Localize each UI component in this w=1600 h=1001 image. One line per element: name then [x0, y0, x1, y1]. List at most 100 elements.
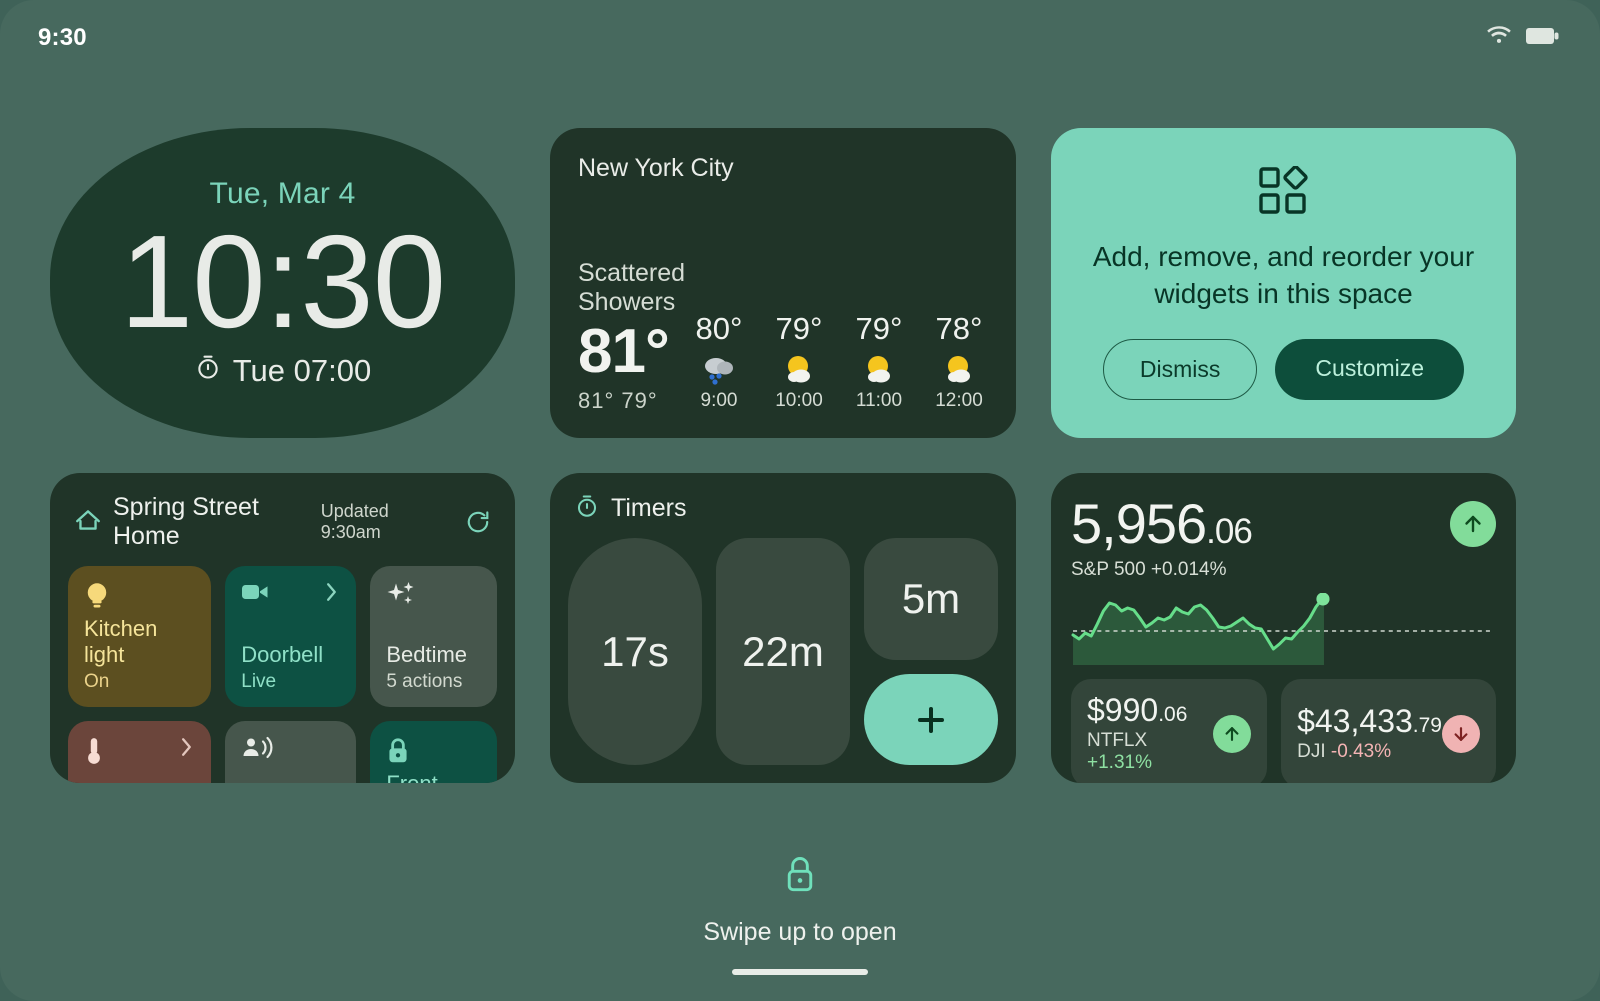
home-tile-kitchen-light[interactable]: Kitchen light On	[68, 566, 212, 707]
timer-card[interactable]: 5m	[864, 538, 998, 661]
home-tile-doorbell[interactable]: Doorbell Live	[225, 566, 357, 707]
hourly-forecast-item: 78° 12:00	[930, 311, 988, 412]
refresh-icon[interactable]	[465, 509, 491, 535]
tile-body: Kitchen light On	[84, 616, 195, 693]
home-tile-front-door[interactable]: Front door Locked	[370, 720, 497, 783]
weather-current: Scattered Showers 81° 81° 79°	[578, 259, 690, 414]
tile-body: Doorbell Live	[241, 642, 340, 692]
status-bar: 9:30	[0, 0, 1600, 76]
timers-widget: Timers 17s 22m 5m	[550, 473, 1016, 783]
stock-change: -0.43%	[1330, 741, 1392, 763]
price-whole: $43,433	[1297, 702, 1413, 739]
lock-screen-footer: Swipe up to open	[0, 853, 1600, 1001]
weather-details: Scattered Showers 81° 81° 79° 80° 9:00 7…	[578, 259, 988, 414]
stock-card-text: $43,433.79 DJI -0.43%	[1297, 704, 1442, 764]
hourly-temp: 79°	[775, 311, 823, 346]
tile-body: Front door Locked	[386, 771, 481, 783]
tile-header	[241, 736, 340, 767]
stocks-index-label: S&P 500 +0.014%	[1071, 558, 1227, 580]
stock-card-dji[interactable]: $43,433.79 DJI -0.43%	[1281, 678, 1496, 783]
home-icon	[74, 507, 102, 538]
customize-actions: Dismiss Customize	[1102, 338, 1465, 400]
timer-card[interactable]: 17s	[568, 538, 702, 765]
tile-label: Kitchen light	[84, 616, 158, 668]
stock-symbol: NTFLX	[1087, 730, 1148, 752]
timer-icon	[574, 493, 600, 524]
customize-message: Add, remove, and reorder your widgets in…	[1092, 241, 1475, 309]
videocam-icon	[241, 581, 271, 608]
tile-header	[84, 736, 195, 771]
stocks-index: 5,956.06 S&P 500 +0.014%	[1071, 492, 1253, 581]
chevron-right-icon	[179, 736, 195, 763]
weather-widget[interactable]: New York City Scattered Showers 81° 81° …	[550, 128, 1016, 438]
thermostat-icon	[84, 736, 104, 771]
stocks-index-value: 5,956.06	[1071, 492, 1253, 555]
sun-behind-cloud-icon	[860, 351, 898, 387]
lock-icon	[781, 853, 819, 902]
hourly-temp: 79°	[855, 311, 903, 346]
dismiss-button[interactable]: Dismiss	[1102, 338, 1258, 400]
home-tile-bedtime[interactable]: Bedtime 5 actions	[370, 566, 497, 707]
tile-state: On	[84, 670, 110, 692]
home-widget-header: Spring Street Home Updated 9:30am	[68, 493, 497, 551]
weather-high-low: 81° 79°	[578, 388, 658, 413]
home-tile-thermostat[interactable]: Thermostat Indoor 68°	[68, 720, 212, 783]
hourly-temp: 78°	[935, 311, 983, 346]
add-timer-button[interactable]	[864, 674, 998, 765]
stock-change: +1.31%	[1087, 752, 1152, 774]
sparkles-icon	[386, 581, 416, 614]
stock-price: $990.06	[1087, 693, 1213, 728]
clock-alarm[interactable]: Tue 07:00	[194, 353, 371, 389]
price-cents: .79	[1412, 713, 1442, 737]
sun-behind-cloud-icon	[940, 351, 978, 387]
timers-title: Timers	[611, 494, 687, 522]
hourly-time: 10:00	[775, 390, 823, 411]
stocks-widget: 5,956.06 S&P 500 +0.014% $990.06 NTFLX +…	[1051, 473, 1516, 783]
trend-up-icon	[1213, 714, 1252, 753]
weather-city: New York City	[578, 154, 734, 182]
timer-card[interactable]: 22m	[716, 538, 850, 765]
clock-widget[interactable]: Tue, Mar 4 10:30 Tue 07:00	[50, 128, 515, 438]
tile-label: Front door	[386, 771, 481, 783]
timers-list: 17s 22m 5m	[568, 538, 998, 765]
stock-card-text: $990.06 NTFLX +1.31%	[1087, 693, 1213, 775]
hourly-forecast-item: 79° 10:00	[770, 311, 828, 412]
weather-condition: Scattered Showers	[578, 258, 686, 316]
tile-header	[84, 581, 195, 616]
stocks-index-row: 5,956.06 S&P 500 +0.014%	[1071, 492, 1496, 581]
home-tile-broadcast[interactable]: Broadcast	[225, 720, 357, 783]
weather-hourly-forecast: 80° 9:00 79° 10:00 79° 11:00 78° 12:00	[690, 311, 988, 414]
trend-up-icon	[1450, 501, 1496, 547]
tile-label: Doorbell	[241, 642, 324, 668]
sparkline-svg	[1071, 592, 1494, 665]
stock-price: $43,433.79	[1297, 704, 1442, 739]
hourly-temp: 80°	[695, 311, 743, 346]
stock-card-ntflx[interactable]: $990.06 NTFLX +1.31%	[1071, 678, 1268, 783]
price-cents: .06	[1158, 702, 1188, 726]
stock-symbol-change: DJI -0.43%	[1297, 741, 1442, 763]
index-cents: .06	[1206, 512, 1253, 551]
hourly-forecast-item: 80° 9:00	[690, 311, 748, 412]
tile-body: Bedtime 5 actions	[386, 642, 481, 692]
status-bar-clock: 9:30	[38, 24, 87, 51]
stock-symbol-change: NTFLX +1.31%	[1087, 730, 1213, 774]
home-indicator[interactable]	[732, 969, 868, 975]
alarm-time: Tue 07:00	[232, 353, 372, 389]
tile-header	[386, 581, 481, 614]
home-updated-status: Updated 9:30am	[320, 501, 389, 542]
sun-behind-cloud-icon	[780, 351, 818, 387]
customize-button[interactable]: Customize	[1275, 338, 1465, 400]
index-whole: 5,956	[1071, 492, 1207, 555]
trend-down-icon	[1442, 714, 1480, 753]
widgets-icon	[1258, 165, 1310, 221]
lightbulb-icon	[84, 581, 110, 616]
battery-icon	[1526, 26, 1560, 51]
rain-cloud-icon	[700, 351, 738, 387]
hourly-time: 12:00	[935, 390, 983, 411]
tile-header	[241, 581, 340, 608]
home-name: Spring Street Home	[113, 493, 259, 550]
stock-symbol: DJI	[1297, 741, 1326, 763]
hourly-time: 11:00	[855, 390, 903, 411]
home-tile-grid: Kitchen light On Doorbell Live Bedtime 5…	[68, 566, 497, 783]
timers-widget-header: Timers	[568, 493, 998, 524]
